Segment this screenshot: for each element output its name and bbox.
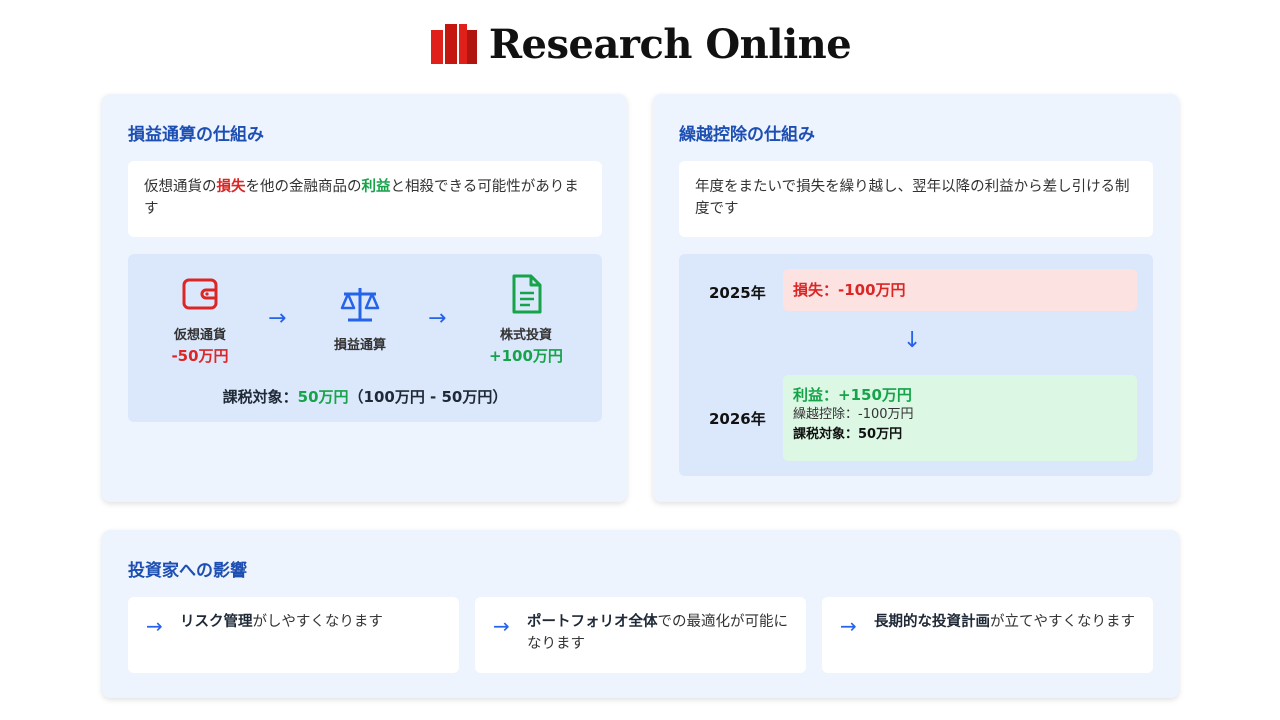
taxable-summary: 課税対象：50万円（100万円 - 50万円） — [128, 386, 602, 407]
card-title: 投資家への影響 — [128, 561, 247, 581]
header: Research Online — [0, 14, 1280, 74]
impact-item: → ポートフォリオ全体での最適化が可能になります — [475, 597, 806, 673]
loss-entry: 損失：-100万円 — [783, 269, 1137, 311]
flow-label: 仮想通貨 — [173, 328, 226, 343]
gain-line: 利益：+150万円 — [793, 386, 912, 404]
desc-text: 仮想通貨の — [144, 179, 217, 195]
taxable-note: （100万円 - 50万円） — [348, 388, 508, 406]
loss-highlight: 損失 — [216, 179, 246, 195]
card-title: 繰越控除の仕組み — [679, 125, 815, 145]
card-title: 損益通算の仕組み — [128, 125, 264, 145]
investor-impact-card: 投資家への影響 → リスク管理がしやすくなります → ポートフォリオ全体での最適… — [102, 530, 1179, 698]
flow-item-crypto: 仮想通貨 -50万円 — [150, 272, 250, 366]
impact-item: → リスク管理がしやすくなります — [128, 597, 459, 673]
wallet-icon — [182, 278, 218, 310]
gain-entry: 利益：+150万円 繰越控除：-100万円 課税対象：50万円 — [783, 375, 1137, 461]
desc-text: を他の金融商品の — [245, 179, 362, 195]
impact-bold: リスク管理 — [180, 614, 253, 630]
arrow-right-icon: → — [493, 614, 510, 638]
description: 年度をまたいで損失を繰り越し、翌年以降の利益から差し引ける制度です — [679, 161, 1153, 237]
carryforward-card: 繰越控除の仕組み 年度をまたいで損失を繰り越し、翌年以降の利益から差し引ける制度… — [653, 94, 1179, 502]
profit-highlight: 利益 — [361, 179, 391, 195]
impact-text: が立てやすくなります — [990, 614, 1135, 630]
research-online-logo-icon — [430, 24, 477, 64]
taxable-label: 課税対象： — [222, 388, 298, 406]
flow-label: 株式投資 — [499, 328, 552, 343]
impact-item: → 長期的な投資計画が立てやすくなります — [822, 597, 1153, 673]
flow-value: +100万円 — [489, 347, 563, 365]
impact-text: がしやすくなります — [252, 614, 383, 630]
description: 仮想通貨の損失を他の金融商品の利益と相殺できる可能性があります — [128, 161, 602, 237]
flow-item-stocks: 株式投資 +100万円 — [476, 272, 576, 366]
arrow-right-icon: → — [146, 614, 163, 638]
arrow-down-icon: ↓ — [903, 328, 922, 353]
arrow-right-icon: → — [428, 306, 447, 331]
taxable-value: 50万円 — [297, 388, 349, 406]
arrow-right-icon: → — [268, 306, 287, 331]
taxable-line: 課税対象：50万円 — [793, 427, 903, 442]
arrow-right-icon: → — [840, 614, 857, 638]
carryforward-line: 繰越控除：-100万円 — [793, 407, 914, 422]
impact-bold: 長期的な投資計画 — [874, 614, 990, 630]
loss-offset-card: 損益通算の仕組み 仮想通貨の損失を他の金融商品の利益と相殺できる可能性があります… — [102, 94, 627, 502]
document-icon — [512, 274, 542, 314]
flow-value: -50万円 — [171, 347, 229, 365]
impact-bold: ポートフォリオ全体 — [527, 614, 658, 630]
year-label: 2025年 — [709, 284, 766, 302]
offset-flow-diagram: 仮想通貨 -50万円 → 損益通算 → 株式投資 +100万円 課税対象：50万… — [128, 254, 602, 422]
brand-name: Research Online — [488, 20, 852, 68]
carryforward-timeline: 2025年 損失：-100万円 ↓ 2026年 利益：+150万円 繰越控除：-… — [679, 254, 1153, 476]
flow-label: 損益通算 — [333, 338, 386, 353]
flow-item-offset: 損益通算 — [310, 282, 410, 353]
year-label: 2026年 — [709, 410, 766, 428]
scale-icon — [340, 288, 380, 322]
